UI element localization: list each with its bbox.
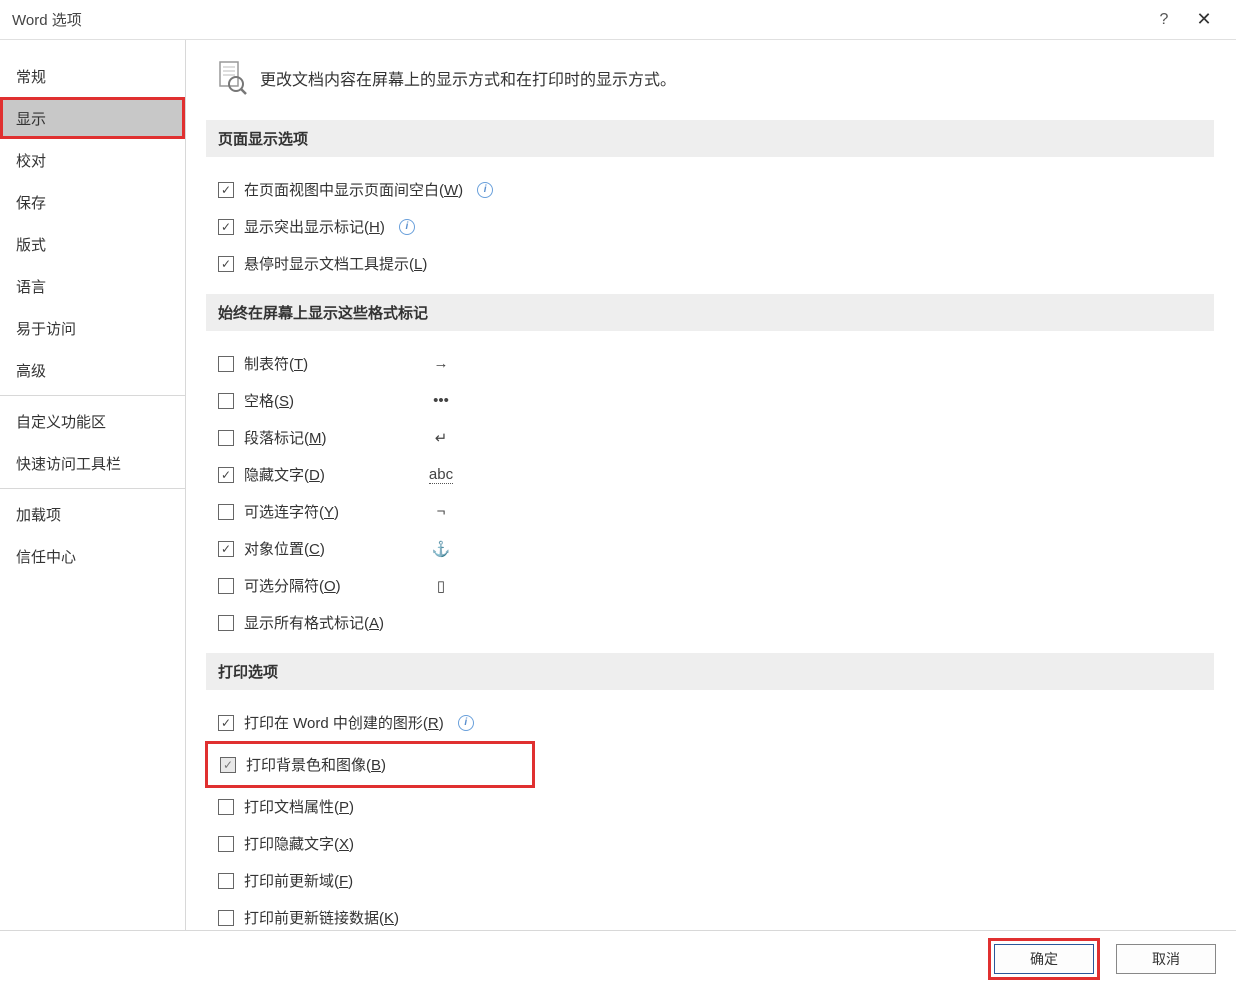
sidebar-item-信任中心[interactable]: 信任中心	[0, 535, 185, 577]
sidebar-item-常规[interactable]: 常规	[0, 55, 185, 97]
option-label: 空格(S)	[244, 390, 294, 411]
sidebar: 常规显示校对保存版式语言易于访问高级自定义功能区快速访问工具栏加载项信任中心	[0, 40, 186, 930]
checkbox[interactable]	[218, 467, 234, 483]
print-opts-opt-4: 打印前更新域(F)	[206, 862, 1236, 899]
sidebar-item-高级[interactable]: 高级	[0, 349, 185, 391]
sidebar-item-语言[interactable]: 语言	[0, 265, 185, 307]
sidebar-item-显示[interactable]: 显示	[0, 97, 185, 139]
content-pane: 更改文档内容在屏幕上的显示方式和在打印时的显示方式。 页面显示选项 在页面视图中…	[186, 40, 1236, 930]
format-symbol: abc	[426, 466, 456, 483]
format-marks-opt-2: 段落标记(M) ↵	[206, 419, 1236, 456]
option-label: 打印前更新域(F)	[244, 870, 353, 891]
format-marks-opt-0: 制表符(T) →	[206, 345, 1236, 382]
dialog-title: Word 选项	[12, 9, 1144, 30]
print-opts-opt-0: 打印在 Word 中创建的图形(R) i	[206, 704, 1236, 741]
option-label: 段落标记(M)	[244, 427, 327, 448]
page-display-opt-2: 悬停时显示文档工具提示(L)	[206, 245, 1236, 282]
checkbox[interactable]	[218, 836, 234, 852]
option-label: 打印在 Word 中创建的图形(R)	[244, 712, 444, 733]
checkbox[interactable]	[218, 182, 234, 198]
section-print-opts: 打印选项	[206, 653, 1214, 690]
page-display-opt-1: 显示突出显示标记(H) i	[206, 208, 1236, 245]
option-label: 打印背景色和图像(B)	[246, 754, 386, 775]
format-marks-opt-7: 显示所有格式标记(A)	[206, 604, 1236, 641]
format-marks-opt-4: 可选连字符(Y) ¬	[206, 493, 1236, 530]
checkbox[interactable]	[218, 430, 234, 446]
info-icon[interactable]: i	[477, 182, 493, 198]
checkbox[interactable]	[220, 757, 236, 773]
intro-text: 更改文档内容在屏幕上的显示方式和在打印时的显示方式。	[260, 66, 676, 90]
format-symbol: •••	[426, 392, 456, 409]
close-icon[interactable]: ✕	[1184, 9, 1224, 30]
checkbox[interactable]	[218, 256, 234, 272]
sidebar-item-易于访问[interactable]: 易于访问	[0, 307, 185, 349]
checkbox[interactable]	[218, 873, 234, 889]
checkbox[interactable]	[218, 715, 234, 731]
option-label: 打印文档属性(P)	[244, 796, 354, 817]
format-symbol: ¬	[426, 503, 456, 520]
format-marks-opt-5: 对象位置(C) ⚓	[206, 530, 1236, 567]
checkbox[interactable]	[218, 799, 234, 815]
checkbox[interactable]	[218, 219, 234, 235]
print-opts-opt-2: 打印文档属性(P)	[206, 788, 1236, 825]
option-label: 打印隐藏文字(X)	[244, 833, 354, 854]
checkbox[interactable]	[218, 393, 234, 409]
sidebar-item-保存[interactable]: 保存	[0, 181, 185, 223]
ok-button[interactable]: 确定	[994, 944, 1094, 974]
section-page-display: 页面显示选项	[206, 120, 1214, 157]
info-icon[interactable]: i	[458, 715, 474, 731]
option-label: 制表符(T)	[244, 353, 308, 374]
checkbox[interactable]	[218, 910, 234, 926]
format-symbol: ⚓	[426, 540, 456, 558]
option-label: 隐藏文字(D)	[244, 464, 325, 485]
sidebar-item-自定义功能区[interactable]: 自定义功能区	[0, 400, 185, 442]
checkbox[interactable]	[218, 356, 234, 372]
sidebar-item-快速访问工具栏[interactable]: 快速访问工具栏	[0, 442, 185, 484]
option-label: 显示突出显示标记(H)	[244, 216, 385, 237]
format-marks-opt-1: 空格(S) •••	[206, 382, 1236, 419]
cancel-button[interactable]: 取消	[1116, 944, 1216, 974]
option-label: 显示所有格式标记(A)	[244, 612, 384, 633]
print-opts-opt-5: 打印前更新链接数据(K)	[206, 899, 1236, 930]
option-label: 悬停时显示文档工具提示(L)	[244, 253, 427, 274]
sidebar-item-校对[interactable]: 校对	[0, 139, 185, 181]
checkbox[interactable]	[218, 578, 234, 594]
titlebar: Word 选项 ? ✕	[0, 0, 1236, 40]
page-display-opt-0: 在页面视图中显示页面间空白(W) i	[206, 171, 1236, 208]
format-marks-opt-6: 可选分隔符(O) ▯	[206, 567, 1236, 604]
option-label: 可选连字符(Y)	[244, 501, 339, 522]
format-symbol: →	[426, 355, 456, 372]
checkbox[interactable]	[218, 504, 234, 520]
format-symbol: ↵	[426, 429, 456, 447]
format-symbol: ▯	[426, 577, 456, 595]
sidebar-item-版式[interactable]: 版式	[0, 223, 185, 265]
option-label: 在页面视图中显示页面间空白(W)	[244, 179, 463, 200]
page-magnifier-icon	[216, 60, 248, 96]
option-label: 打印前更新链接数据(K)	[244, 907, 399, 928]
checkbox[interactable]	[218, 615, 234, 631]
section-format-marks: 始终在屏幕上显示这些格式标记	[206, 294, 1214, 331]
dialog-footer: 确定 取消	[0, 930, 1236, 986]
print-opts-opt-3: 打印隐藏文字(X)	[206, 825, 1236, 862]
checkbox[interactable]	[218, 541, 234, 557]
sidebar-item-加载项[interactable]: 加载项	[0, 493, 185, 535]
print-opts-opt-1: 打印背景色和图像(B)	[208, 746, 532, 783]
format-marks-opt-3: 隐藏文字(D) abc	[206, 456, 1236, 493]
help-icon[interactable]: ?	[1144, 11, 1184, 29]
info-icon[interactable]: i	[399, 219, 415, 235]
option-label: 可选分隔符(O)	[244, 575, 341, 596]
option-label: 对象位置(C)	[244, 538, 325, 559]
